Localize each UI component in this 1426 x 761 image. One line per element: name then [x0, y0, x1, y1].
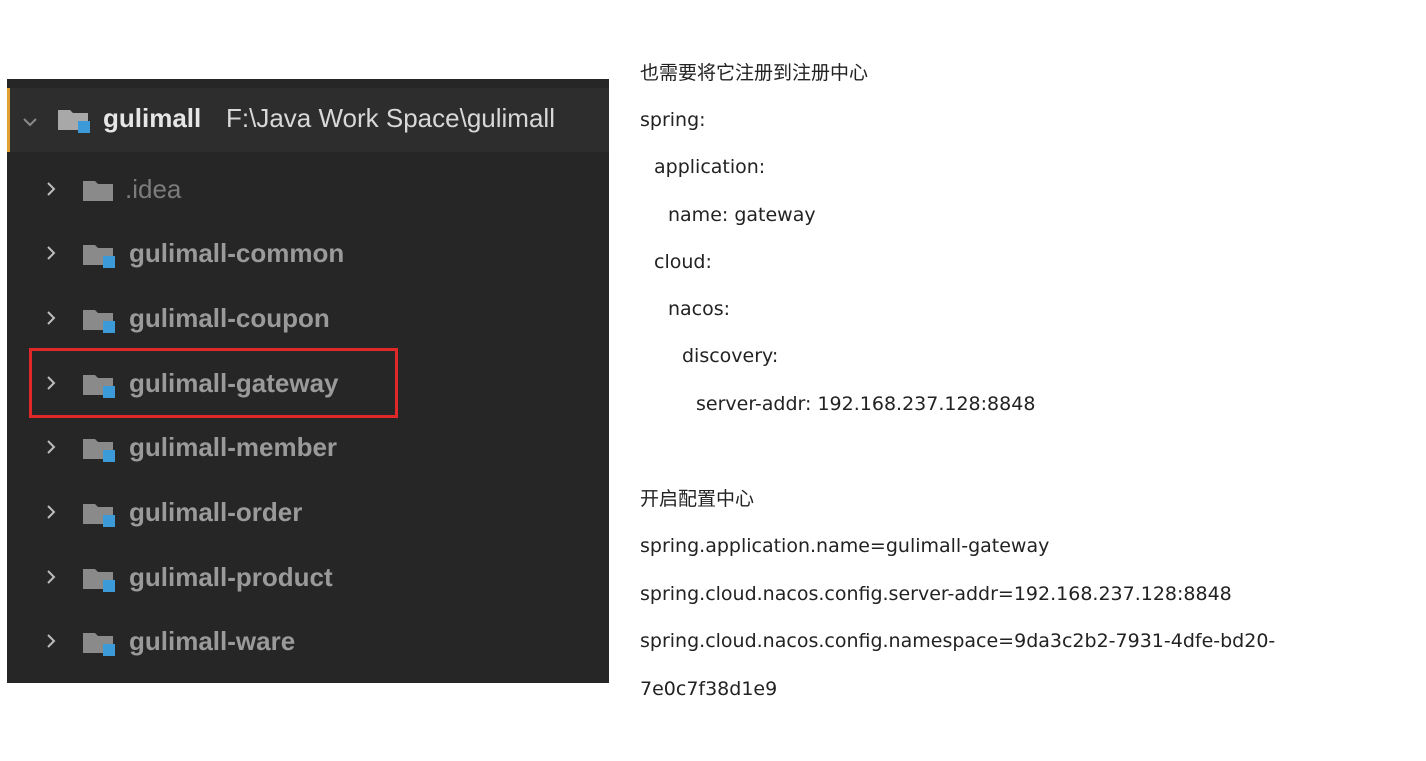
highlight-box [29, 348, 398, 418]
tree-item-gulimall-product[interactable]: gulimall-product [7, 555, 609, 599]
module-folder-icon [56, 106, 94, 134]
config-line: spring.application.name=gulimall-gateway [640, 535, 1050, 557]
tree-root-name: gulimall [103, 103, 202, 133]
notes-panel: 也需要将它注册到注册中心 spring: application: name: … [640, 0, 1420, 761]
yaml-line: spring: [640, 109, 706, 131]
module-folder-icon [81, 435, 119, 463]
chevron-right-icon[interactable] [43, 181, 59, 197]
registry-heading: 也需要将它注册到注册中心 [640, 62, 869, 84]
tree-item-label: gulimall-common [129, 238, 345, 268]
config-line: spring.cloud.nacos.config.server-addr=19… [640, 583, 1232, 605]
yaml-line: server-addr: 192.168.237.128:8848 [696, 393, 1036, 415]
yaml-line: discovery: [682, 345, 779, 367]
chevron-right-icon[interactable] [43, 569, 59, 585]
tree-item-label: .idea [125, 174, 182, 204]
tree-item-gulimall-member[interactable]: gulimall-member [7, 425, 609, 469]
yaml-line: application: [654, 156, 766, 178]
chevron-right-icon[interactable] [43, 310, 59, 326]
tree-item-label: gulimall-ware [129, 626, 296, 656]
config-line: spring.cloud.nacos.config.namespace=9da3… [640, 630, 1276, 652]
tree-item-label: gulimall-member [129, 432, 338, 462]
module-folder-icon [81, 565, 119, 593]
config-line: 7e0c7f38d1e9 [640, 678, 778, 700]
tree-item-idea[interactable]: .idea [7, 167, 609, 211]
tree-item-gulimall-ware[interactable]: gulimall-ware [7, 619, 609, 663]
chevron-right-icon[interactable] [43, 439, 59, 455]
yaml-line: nacos: [668, 298, 731, 320]
module-folder-icon [81, 500, 119, 528]
tree-item-label: gulimall-coupon [129, 303, 330, 333]
tree-item-gulimall-order[interactable]: gulimall-order [7, 490, 609, 534]
tree-item-gulimall-common[interactable]: gulimall-common [7, 231, 609, 275]
module-folder-icon [81, 306, 119, 334]
yaml-line: name: gateway [668, 204, 816, 226]
chevron-right-icon[interactable] [43, 633, 59, 649]
tree-item-label: gulimall-order [129, 497, 303, 527]
chevron-down-icon[interactable] [22, 114, 38, 130]
tree-item-label: gulimall-product [129, 562, 333, 592]
module-folder-icon [81, 241, 119, 269]
project-tree: gulimall F:\Java Work Space\gulimall .id… [7, 79, 609, 683]
chevron-right-icon[interactable] [43, 245, 59, 261]
tree-root-row[interactable]: gulimall F:\Java Work Space\gulimall [7, 88, 609, 152]
config-heading: 开启配置中心 [640, 488, 755, 510]
yaml-line: cloud: [654, 251, 712, 273]
module-folder-icon [81, 629, 119, 657]
folder-icon [81, 177, 119, 205]
tree-root-path: F:\Java Work Space\gulimall [226, 103, 555, 133]
chevron-right-icon[interactable] [43, 504, 59, 520]
tree-item-gulimall-coupon[interactable]: gulimall-coupon [7, 296, 609, 340]
